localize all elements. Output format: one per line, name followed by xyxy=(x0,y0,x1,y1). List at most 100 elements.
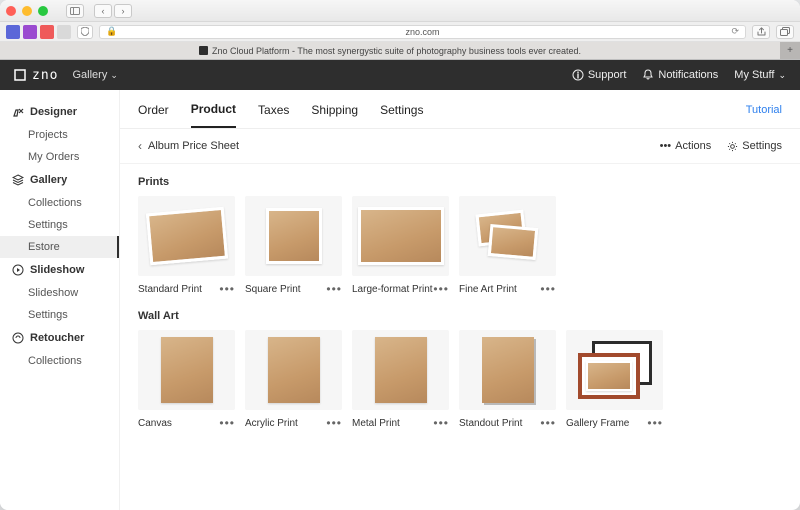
content-area: Prints Standard Print ••• Square Print•••… xyxy=(120,164,800,510)
thumb xyxy=(245,330,342,410)
breadcrumb-label: Album Price Sheet xyxy=(148,140,239,152)
wallart-grid: Canvas ••• Acrylic Print ••• Metal Print ••… xyxy=(138,330,782,430)
card-canvas[interactable]: Canvas ••• xyxy=(138,330,235,430)
new-tab-button[interactable]: + xyxy=(780,42,800,59)
close-window-button[interactable] xyxy=(6,6,16,16)
sidebar-group-designer[interactable]: Designer xyxy=(0,100,119,124)
sidebar-group-gallery[interactable]: Gallery xyxy=(0,168,119,192)
sidebar-item-my-orders[interactable]: My Orders xyxy=(0,146,119,168)
actions-menu[interactable]: ••• Actions xyxy=(660,140,712,152)
sidebar: Designer Projects My Orders Gallery Coll… xyxy=(0,90,120,510)
settings-button[interactable]: Settings xyxy=(727,140,782,152)
card-menu[interactable]: ••• xyxy=(219,282,235,296)
card-label: Large-format Print xyxy=(352,284,433,295)
thumb xyxy=(352,330,449,410)
tab-favicon xyxy=(199,46,208,55)
back-button[interactable]: ‹ xyxy=(94,4,112,18)
card-square-print[interactable]: Square Print••• xyxy=(245,196,342,296)
sidebar-group-retoucher[interactable]: Retoucher xyxy=(0,326,119,350)
thumb xyxy=(245,196,342,276)
card-menu[interactable]: ••• xyxy=(433,416,449,430)
bell-icon xyxy=(642,69,654,81)
sidebar-item-projects[interactable]: Projects xyxy=(0,124,119,146)
sidebar-item-slideshow[interactable]: Slideshow xyxy=(0,282,119,304)
my-stuff-menu[interactable]: My Stuff ⌄ xyxy=(734,69,786,81)
sidebar-group-slideshow[interactable]: Slideshow xyxy=(0,258,119,282)
notifications-label: Notifications xyxy=(658,69,718,81)
tab-title: Zno Cloud Platform - The most synergysti… xyxy=(212,46,581,56)
settings-label: Settings xyxy=(742,140,782,152)
card-gallery-frame[interactable]: Gallery Frame••• xyxy=(566,330,663,430)
share-button[interactable] xyxy=(752,25,770,39)
lock-icon: 🔒 xyxy=(106,26,117,37)
maximize-window-button[interactable] xyxy=(38,6,48,16)
sidebar-item-estore[interactable]: Estore xyxy=(0,236,119,258)
card-fine-art-print[interactable]: Fine Art Print••• xyxy=(459,196,556,296)
sidebar-icon xyxy=(66,4,84,18)
tabs-button[interactable] xyxy=(776,25,794,39)
favorite-4[interactable] xyxy=(57,25,71,39)
url-bar[interactable]: 🔒 zno.com ⟳ xyxy=(99,25,746,39)
card-label: Standard Print xyxy=(138,284,202,295)
dots-icon: ••• xyxy=(660,140,672,152)
sidebar-group-label: Designer xyxy=(30,106,77,118)
chevron-left-icon: ‹ xyxy=(138,139,142,153)
favorite-1[interactable] xyxy=(6,25,20,39)
section-selector[interactable]: Gallery ⌄ xyxy=(72,69,117,81)
card-menu[interactable]: ••• xyxy=(540,282,556,296)
card-standard-print[interactable]: Standard Print ••• xyxy=(138,196,235,296)
chevron-down-icon: ⌄ xyxy=(110,70,118,81)
support-label: Support xyxy=(588,69,627,81)
browser-toolbar: 🔒 zno.com ⟳ xyxy=(0,22,800,42)
tab-settings[interactable]: Settings xyxy=(380,103,423,127)
card-label: Acrylic Print xyxy=(245,418,298,429)
card-label: Canvas xyxy=(138,418,172,429)
back-breadcrumb[interactable]: ‹ Album Price Sheet xyxy=(138,139,239,153)
card-large-format-print[interactable]: Large-format Print••• xyxy=(352,196,449,296)
thumb xyxy=(138,196,235,276)
section-title-prints: Prints xyxy=(138,176,782,188)
browser-tab-active[interactable]: Zno Cloud Platform - The most synergysti… xyxy=(0,42,780,59)
favorites-bar xyxy=(6,25,71,39)
favorite-3[interactable] xyxy=(40,25,54,39)
prints-grid: Standard Print ••• Square Print••• Large-… xyxy=(138,196,782,296)
support-link[interactable]: Support xyxy=(572,69,627,81)
card-menu[interactable]: ••• xyxy=(326,416,342,430)
app-logo-text: zno xyxy=(32,68,58,83)
sidebar-group-label: Retoucher xyxy=(30,332,84,344)
reload-icon[interactable]: ⟳ xyxy=(731,26,739,37)
card-menu[interactable]: ••• xyxy=(326,282,342,296)
card-metal-print[interactable]: Metal Print ••• xyxy=(352,330,449,430)
sidebar-group-label: Slideshow xyxy=(30,264,84,276)
sidebar-item-slideshow-settings[interactable]: Settings xyxy=(0,304,119,326)
sidebar-item-retoucher-collections[interactable]: Collections xyxy=(0,350,119,372)
card-acrylic-print[interactable]: Acrylic Print ••• xyxy=(245,330,342,430)
thumb xyxy=(352,196,449,276)
card-menu[interactable]: ••• xyxy=(647,416,663,430)
favorite-2[interactable] xyxy=(23,25,37,39)
privacy-shield-button[interactable] xyxy=(77,25,93,39)
sidebar-item-collections[interactable]: Collections xyxy=(0,192,119,214)
sidebar-toggle[interactable] xyxy=(66,4,84,18)
tab-product[interactable]: Product xyxy=(191,102,236,128)
notifications-link[interactable]: Notifications xyxy=(642,69,718,81)
card-menu[interactable]: ••• xyxy=(540,416,556,430)
forward-button[interactable]: › xyxy=(114,4,132,18)
card-menu[interactable]: ••• xyxy=(433,282,449,296)
minimize-window-button[interactable] xyxy=(22,6,32,16)
card-standout-print[interactable]: Standout Print ••• xyxy=(459,330,556,430)
app-header: zno Gallery ⌄ Support Notifications My S… xyxy=(0,60,800,90)
tab-shipping[interactable]: Shipping xyxy=(311,103,358,127)
card-label: Metal Print xyxy=(352,418,400,429)
section-title-wallart: Wall Art xyxy=(138,310,782,322)
tab-order[interactable]: Order xyxy=(138,103,169,127)
tutorial-link[interactable]: Tutorial xyxy=(746,104,782,126)
tab-taxes[interactable]: Taxes xyxy=(258,103,289,127)
sidebar-item-gallery-settings[interactable]: Settings xyxy=(0,214,119,236)
card-menu[interactable]: ••• xyxy=(219,416,235,430)
card-label: Standout Print xyxy=(459,418,522,429)
thumb xyxy=(566,330,663,410)
my-stuff-label: My Stuff xyxy=(734,69,774,81)
page-toolbar: ‹ Album Price Sheet ••• Actions Settings xyxy=(120,129,800,164)
browser-window: ‹ › 🔒 zno.com ⟳ Zno Cloud Platform xyxy=(0,0,800,510)
